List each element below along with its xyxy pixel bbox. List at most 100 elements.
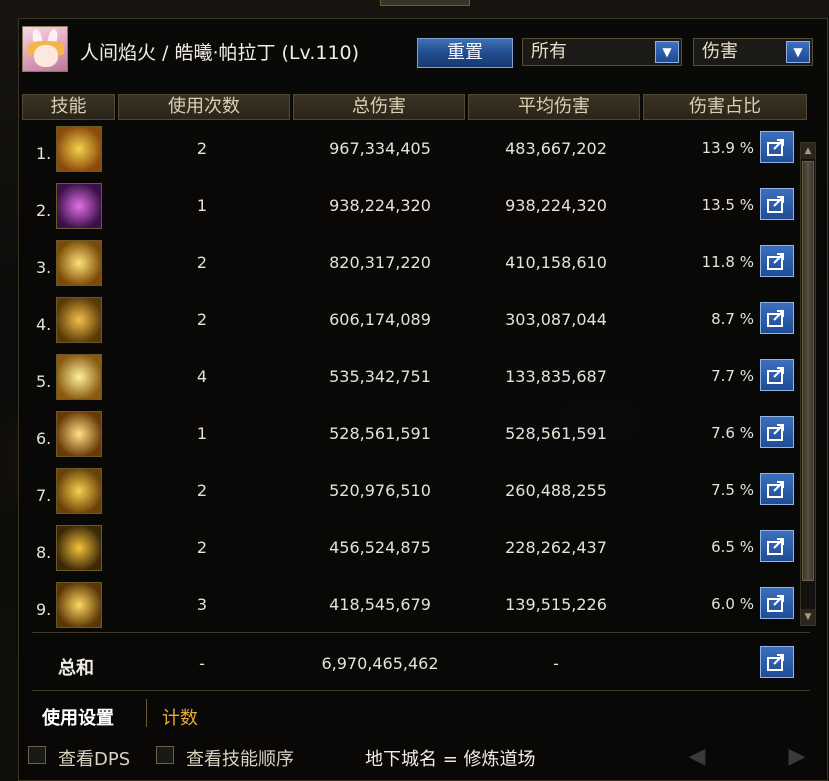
character-name: 人间焰火 / 皓曦·帕拉丁 (Lv.110) bbox=[80, 42, 360, 64]
row-share-button[interactable] bbox=[760, 245, 794, 277]
prev-page-icon[interactable]: ◀ bbox=[684, 744, 710, 770]
table-row: 1. 2 967,334,405 483,667,202 13.9 % bbox=[22, 120, 794, 177]
golden-wave-skill-icon bbox=[56, 297, 102, 343]
share-icon bbox=[767, 367, 784, 384]
view-dps-label[interactable]: 查看DPS bbox=[58, 745, 130, 771]
row-share-button[interactable] bbox=[760, 473, 794, 505]
row-share-button[interactable] bbox=[760, 188, 794, 220]
tab-count[interactable]: 计数 bbox=[162, 704, 198, 730]
share-icon bbox=[767, 310, 784, 327]
divider bbox=[32, 690, 810, 691]
table-row: 7. 2 520,976,510 260,488,255 7.5 % bbox=[22, 462, 794, 519]
row-rank: 6. bbox=[36, 429, 52, 448]
row-rank: 3. bbox=[36, 258, 52, 277]
summary-row: 总和 - 6,970,465,462 - bbox=[22, 640, 812, 686]
violet-burst-skill-icon bbox=[56, 183, 102, 229]
swirl-skill-icon bbox=[56, 126, 102, 172]
summary-uses: - bbox=[199, 654, 205, 673]
row-damage-share: 6.5 % bbox=[711, 538, 754, 556]
dungeon-name: 地下城名 = 修炼道场 bbox=[365, 749, 536, 770]
row-uses: 2 bbox=[196, 253, 208, 272]
row-average-damage: 139,515,226 bbox=[505, 595, 607, 614]
scroll-up-icon[interactable]: ▲ bbox=[801, 143, 815, 159]
scope-select[interactable]: 所有 ▼ bbox=[522, 38, 682, 66]
view-skill-order-checkbox[interactable] bbox=[156, 746, 174, 764]
row-average-damage: 228,262,437 bbox=[505, 538, 607, 557]
share-icon bbox=[767, 253, 784, 270]
tab-separator bbox=[146, 699, 147, 727]
metric-select[interactable]: 伤害 ▼ bbox=[693, 38, 813, 66]
row-total-damage: 528,561,591 bbox=[329, 424, 431, 443]
row-total-damage: 456,524,875 bbox=[329, 538, 431, 557]
metric-select-value: 伤害 bbox=[702, 41, 738, 62]
scrollbar-thumb[interactable] bbox=[802, 161, 814, 581]
row-total-damage: 820,317,220 bbox=[329, 253, 431, 272]
row-damage-share: 7.6 % bbox=[711, 424, 754, 442]
row-rank: 2. bbox=[36, 201, 52, 220]
summary-average-damage: - bbox=[553, 654, 559, 673]
light-pillar-skill-icon bbox=[56, 240, 102, 286]
scope-select-value: 所有 bbox=[531, 41, 567, 62]
row-uses: 2 bbox=[196, 139, 208, 158]
scrollbar[interactable]: ▲ ▼ bbox=[800, 142, 816, 626]
share-icon bbox=[767, 424, 784, 441]
row-damage-share: 8.7 % bbox=[711, 310, 754, 328]
table-row: 5. 4 535,342,751 133,835,687 7.7 % bbox=[22, 348, 794, 405]
table-row: 9. 3 418,545,679 139,515,226 6.0 % bbox=[22, 576, 794, 633]
row-average-damage: 303,087,044 bbox=[505, 310, 607, 329]
row-rank: 1. bbox=[36, 144, 52, 163]
sword-rain-skill-icon bbox=[56, 468, 102, 514]
row-damage-share: 11.8 % bbox=[701, 253, 754, 271]
row-total-damage: 520,976,510 bbox=[329, 481, 431, 500]
tab-settings[interactable]: 使用设置 bbox=[42, 704, 114, 730]
row-share-button[interactable] bbox=[760, 587, 794, 619]
view-skill-order-label[interactable]: 查看技能顺序 bbox=[186, 745, 294, 771]
row-damage-share: 13.5 % bbox=[701, 196, 754, 214]
share-icon bbox=[767, 654, 784, 671]
character-avatar bbox=[22, 26, 68, 72]
column-header-damage-share[interactable]: 伤害占比 bbox=[643, 94, 807, 120]
row-share-button[interactable] bbox=[760, 131, 794, 163]
table-row: 3. 2 820,317,220 410,158,610 11.8 % bbox=[22, 234, 794, 291]
row-uses: 1 bbox=[196, 424, 208, 443]
row-uses: 4 bbox=[196, 367, 208, 386]
row-damage-share: 7.7 % bbox=[711, 367, 754, 385]
row-uses: 3 bbox=[196, 595, 208, 614]
share-icon bbox=[767, 538, 784, 555]
column-header-skill[interactable]: 技能 bbox=[22, 94, 115, 120]
share-icon bbox=[767, 139, 784, 156]
table-row: 4. 2 606,174,089 303,087,044 8.7 % bbox=[22, 291, 794, 348]
table-row: 6. 1 528,561,591 528,561,591 7.6 % bbox=[22, 405, 794, 462]
row-uses: 2 bbox=[196, 538, 208, 557]
halo-skill-icon bbox=[56, 525, 102, 571]
golden-gate-skill-icon bbox=[56, 582, 102, 628]
row-average-damage: 483,667,202 bbox=[505, 139, 607, 158]
column-header-total-damage[interactable]: 总伤害 bbox=[293, 94, 465, 120]
row-share-button[interactable] bbox=[760, 302, 794, 334]
table-row: 2. 1 938,224,320 938,224,320 13.5 % bbox=[22, 177, 794, 234]
row-total-damage: 535,342,751 bbox=[329, 367, 431, 386]
summary-total-damage: 6,970,465,462 bbox=[321, 654, 439, 673]
row-total-damage: 606,174,089 bbox=[329, 310, 431, 329]
column-header-average-damage[interactable]: 平均伤害 bbox=[468, 94, 640, 120]
row-rank: 5. bbox=[36, 372, 52, 391]
scroll-down-icon[interactable]: ▼ bbox=[801, 609, 815, 625]
summary-share-button[interactable] bbox=[760, 646, 794, 678]
row-damage-share: 6.0 % bbox=[711, 595, 754, 613]
chevron-down-icon[interactable]: ▼ bbox=[786, 41, 810, 63]
row-rank: 8. bbox=[36, 543, 52, 562]
view-dps-checkbox[interactable] bbox=[28, 746, 46, 764]
row-damage-share: 13.9 % bbox=[701, 139, 754, 157]
column-header-uses[interactable]: 使用次数 bbox=[118, 94, 290, 120]
chevron-down-icon[interactable]: ▼ bbox=[655, 41, 679, 63]
row-share-button[interactable] bbox=[760, 359, 794, 391]
next-page-icon[interactable]: ▶ bbox=[784, 744, 810, 770]
share-icon bbox=[767, 481, 784, 498]
share-icon bbox=[767, 196, 784, 213]
summary-label: 总和 bbox=[58, 658, 94, 679]
reset-button[interactable]: 重置 bbox=[417, 38, 513, 68]
row-share-button[interactable] bbox=[760, 530, 794, 562]
row-share-button[interactable] bbox=[760, 416, 794, 448]
radiant-cross-skill-icon bbox=[56, 411, 102, 457]
row-total-damage: 967,334,405 bbox=[329, 139, 431, 158]
